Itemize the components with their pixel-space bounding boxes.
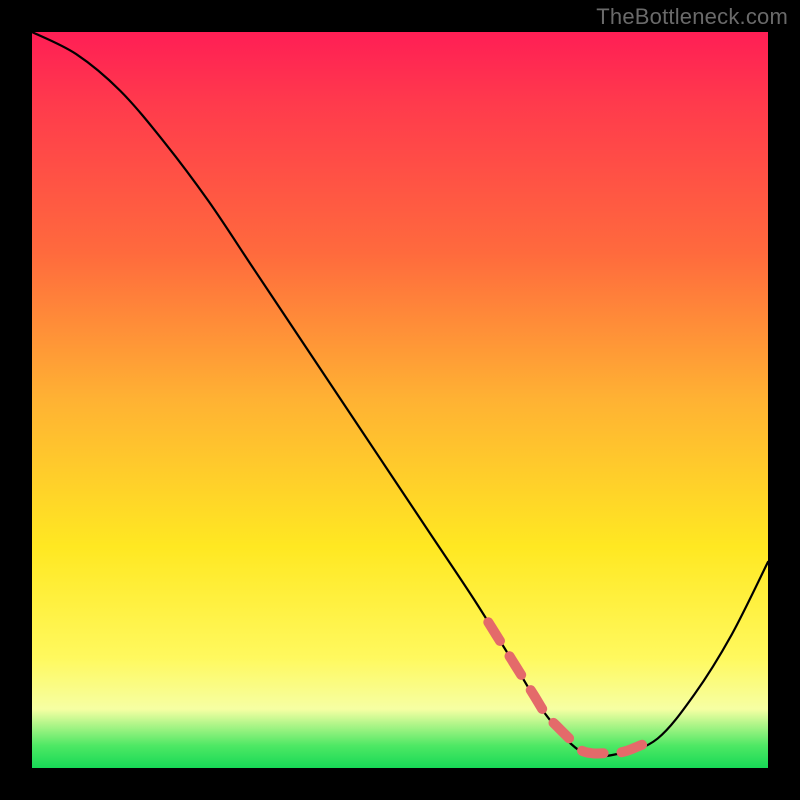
bottleneck-curve xyxy=(32,32,768,757)
curve-svg xyxy=(32,32,768,768)
attribution-text: TheBottleneck.com xyxy=(596,4,788,30)
optimal-range-dash xyxy=(488,622,650,753)
plot-area xyxy=(32,32,768,768)
chart-frame: TheBottleneck.com xyxy=(0,0,800,800)
